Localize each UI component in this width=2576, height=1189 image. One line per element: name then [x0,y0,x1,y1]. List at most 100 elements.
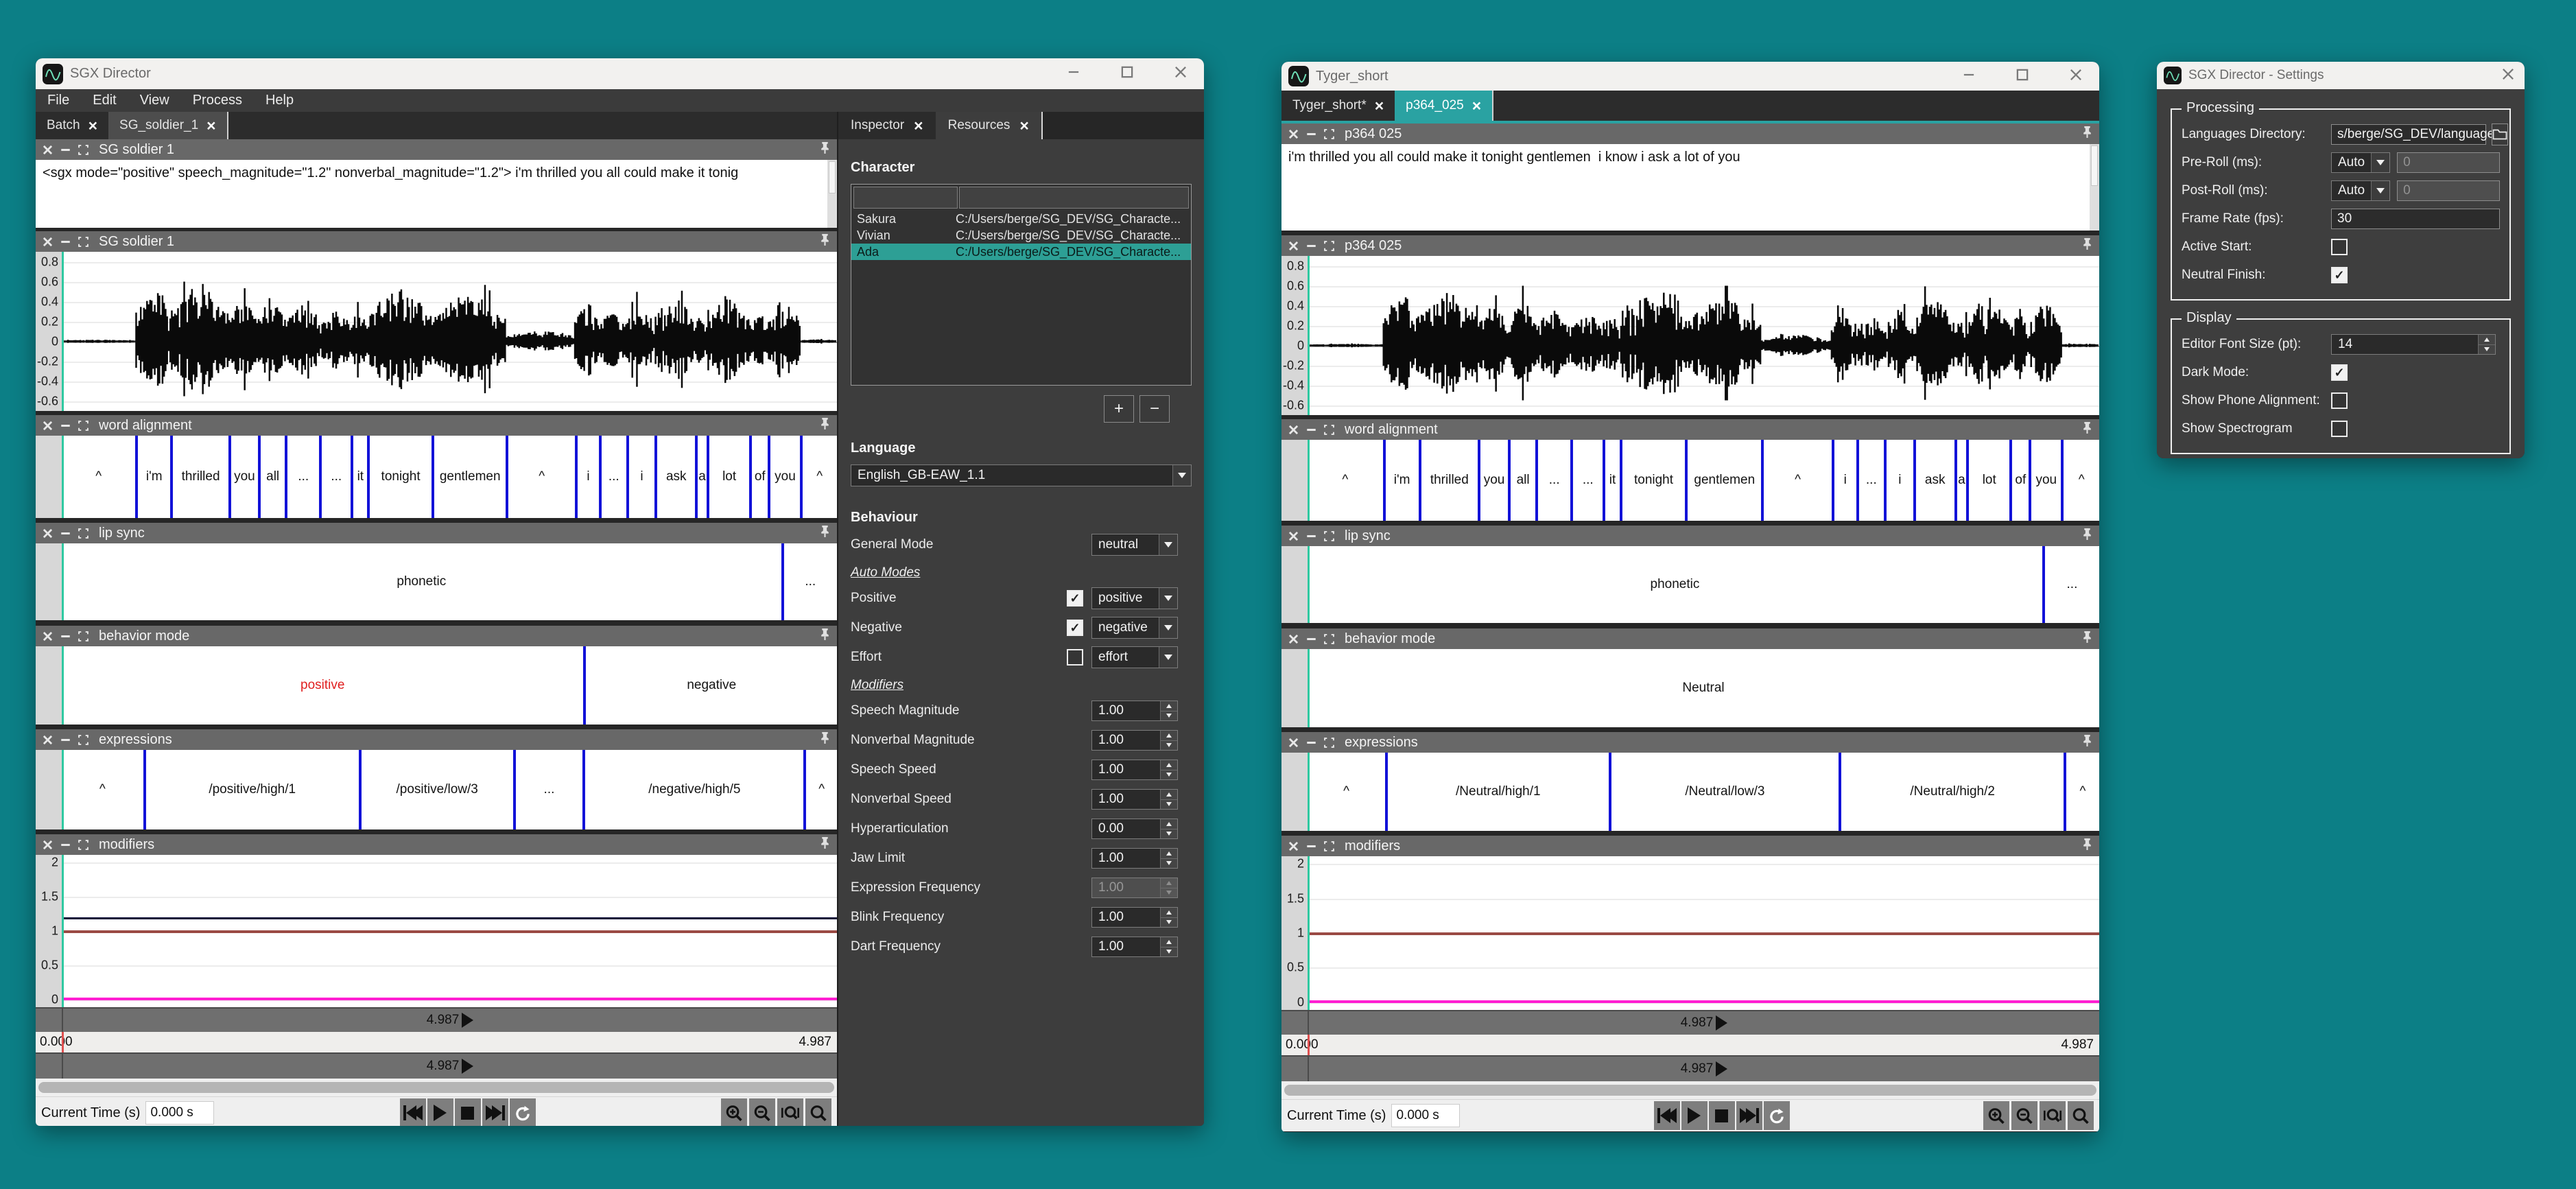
behavior-mode-track[interactable]: positive negative [62,646,837,725]
expression-segment[interactable]: ^ [803,750,837,829]
skip-to-end-button[interactable] [1736,1101,1762,1130]
panel-minimize-icon[interactable] [1306,530,1317,541]
panel-close-icon[interactable] [1288,530,1299,541]
modifiers-plot[interactable] [62,855,837,1007]
panel-fullscreen-icon[interactable] [78,144,89,155]
behavior-segment-negative[interactable]: negative [583,646,837,725]
table-header-name[interactable] [853,187,958,209]
pin-icon[interactable] [820,141,830,158]
tab-close-icon[interactable]: × [1019,118,1028,134]
panel-minimize-icon[interactable] [60,839,71,850]
behavior-segment-positive[interactable]: positive [62,646,583,725]
spin-up-icon[interactable] [1161,731,1177,740]
word-segment[interactable]: a [695,436,707,518]
word-segment[interactable]: tonight [367,436,432,518]
spin-up-icon[interactable] [1161,908,1177,917]
play-button[interactable] [427,1098,453,1126]
menu-file[interactable]: File [36,89,81,112]
modifiers-plot[interactable] [1308,856,2099,1010]
word-segment[interactable]: gentlemen [432,436,506,518]
word-alignment-track[interactable]: ^ i'm thrilled you all ... ... it tonigh… [1308,440,2099,521]
stop-button[interactable] [1709,1101,1735,1130]
pin-icon[interactable] [820,525,830,542]
lip-sync-track[interactable]: phonetic ... [62,543,837,620]
waveform-plot[interactable] [62,252,837,411]
tab-resources[interactable]: Resources× [936,112,1043,139]
character-row-selected[interactable]: AdaC:/Users/berge/SG_DEV/SG_Characte... [851,244,1191,260]
spin-down-icon[interactable] [1161,829,1177,839]
panel-minimize-icon[interactable] [60,144,71,155]
spin-up-icon[interactable] [2479,335,2495,344]
menu-process[interactable]: Process [181,89,254,112]
pin-icon[interactable] [820,628,830,645]
post-roll-mode-dropdown[interactable]: Auto [2331,180,2390,201]
panel-fullscreen-icon[interactable] [1324,737,1335,748]
word-alignment-track[interactable]: ^ i'm thrilled you all ... ... it tonigh… [62,436,837,518]
expression-segment[interactable]: /Neutral/high/1 [1385,753,1608,831]
remove-character-button[interactable]: − [1139,395,1170,423]
menu-view[interactable]: View [128,89,181,112]
show-phone-alignment-checkbox[interactable] [2331,392,2348,409]
playhead[interactable] [1308,856,1310,1010]
panel-close-icon[interactable] [1288,840,1299,851]
word-segment[interactable]: ^ [1308,440,1383,521]
panel-fullscreen-icon[interactable] [1324,240,1335,251]
maximize-icon[interactable] [2016,68,2029,85]
zoom-in-button[interactable] [721,1098,747,1126]
word-segment[interactable]: tonight [1620,440,1686,521]
expression-segment[interactable]: ^ [2064,753,2099,831]
blink-frequency-spinner[interactable]: 1.00 [1091,907,1178,928]
spin-up-icon[interactable] [1161,790,1177,799]
word-segment[interactable]: thrilled [170,436,228,518]
character-row[interactable]: VivianC:/Users/berge/SG_DEV/SG_Characte.… [851,227,1191,244]
loop-button[interactable] [1764,1101,1790,1130]
current-time-field[interactable]: 0.000 s [145,1101,214,1125]
expressions-track[interactable]: ^ /positive/high/1 /positive/low/3 ... /… [62,750,837,829]
spin-down-icon[interactable] [1161,917,1177,928]
spin-up-icon[interactable] [1161,819,1177,829]
effort-dropdown[interactable]: effort [1091,646,1178,668]
language-dropdown[interactable]: English_GB-EAW_1.1 [851,464,1192,486]
word-segment[interactable]: a [1954,440,1966,521]
word-segment[interactable]: lot [707,436,749,518]
word-segment[interactable]: of [2009,440,2029,521]
tab-p364-025[interactable]: p364_025× [1395,91,1493,121]
active-start-checkbox[interactable] [2331,239,2348,255]
word-segment[interactable]: thrilled [1419,440,1478,521]
tab-inspector[interactable]: Inspector× [838,112,936,139]
zoom-out-button[interactable] [2011,1101,2037,1130]
zoom-selection-button[interactable] [805,1098,831,1126]
minimize-icon[interactable] [1067,65,1080,82]
panel-fullscreen-icon[interactable] [78,236,89,247]
folder-browse-button[interactable] [2492,123,2508,145]
panel-close-icon[interactable] [1288,633,1299,644]
tab-close-icon[interactable]: × [88,118,97,134]
lip-sync-segment[interactable]: phonetic [1308,546,2042,623]
panel-fullscreen-icon[interactable] [78,734,89,745]
pin-icon[interactable] [2082,631,2092,648]
panel-fullscreen-icon[interactable] [1324,128,1335,139]
panel-minimize-icon[interactable] [1306,840,1317,851]
word-segment[interactable]: gentlemen [1685,440,1761,521]
maximize-icon[interactable] [1120,65,1134,82]
spin-down-icon[interactable] [1161,947,1177,957]
scrollbar-thumb[interactable] [1284,1085,2096,1096]
panel-fullscreen-icon[interactable] [1324,424,1335,435]
panel-fullscreen-icon[interactable] [78,631,89,641]
modifier-line-speech-magnitude[interactable] [62,917,837,919]
pin-icon[interactable] [2082,421,2092,438]
sgx-text-editor[interactable]: i'm thrilled you all could make it tonig… [1281,144,2090,231]
panel-fullscreen-icon[interactable] [78,420,89,431]
word-segment[interactable]: ... [319,436,351,518]
word-segment[interactable]: ^ [506,436,575,518]
dark-mode-checkbox[interactable] [2331,364,2348,381]
playhead[interactable] [62,646,64,725]
general-mode-dropdown[interactable]: neutral [1091,534,1178,556]
modifier-line-zero[interactable] [62,998,837,1000]
playhead[interactable] [1308,440,1310,521]
panel-close-icon[interactable] [43,144,54,155]
frame-rate-field[interactable]: 30 [2331,209,2500,229]
effort-checkbox[interactable] [1067,649,1083,666]
expressions-track[interactable]: ^ /Neutral/high/1 /Neutral/low/3 /Neutra… [1308,753,2099,831]
spin-down-icon[interactable] [1161,740,1177,751]
